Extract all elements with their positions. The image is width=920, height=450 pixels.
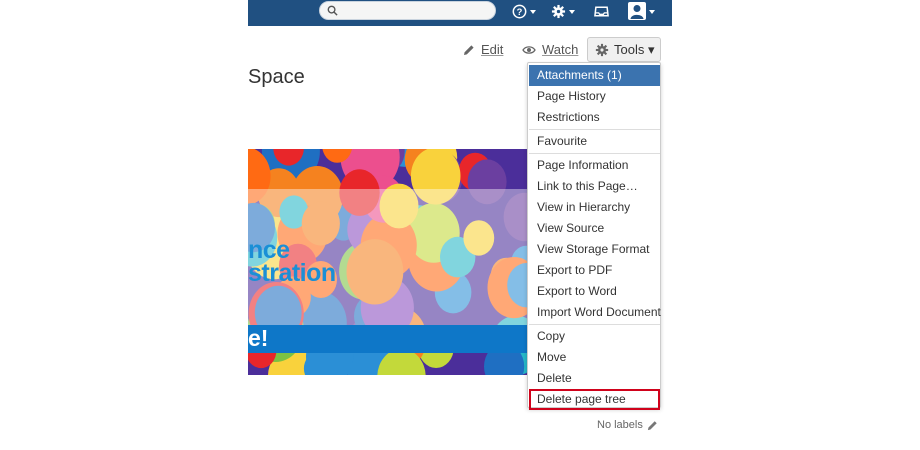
no-labels-text: No labels: [597, 419, 643, 431]
menu-separator: [529, 324, 660, 325]
menu-item-link-to-this-page[interactable]: Link to this Page…: [529, 176, 660, 197]
menu-item-delete[interactable]: Delete: [529, 368, 660, 389]
watch-label: Watch: [542, 42, 579, 57]
menu-item-favourite[interactable]: Favourite: [529, 131, 660, 152]
eye-icon: [522, 45, 536, 54]
menu-item-page-information[interactable]: Page Information: [529, 155, 660, 176]
menu-item-restrictions[interactable]: Restrictions: [529, 107, 660, 128]
banner-image: nce stration e!: [248, 149, 530, 375]
banner-bar: e!: [248, 325, 530, 353]
menu-item-export-to-pdf[interactable]: Export to PDF: [529, 260, 660, 281]
menu-item-attachments-1[interactable]: Attachments (1): [529, 65, 660, 86]
help-menu-button[interactable]: ?: [512, 2, 536, 20]
watch-button[interactable]: Watch: [522, 42, 578, 57]
page-title: Space: [248, 66, 305, 88]
edit-label: Edit: [481, 42, 504, 57]
menu-item-page-history[interactable]: Page History: [529, 86, 660, 107]
tools-label: Tools ▾: [614, 41, 655, 57]
edit-button[interactable]: Edit: [463, 42, 503, 57]
menu-item-move[interactable]: Move: [529, 347, 660, 368]
menu-item-copy[interactable]: Copy: [529, 326, 660, 347]
menu-item-view-source[interactable]: View Source: [529, 218, 660, 239]
chevron-down-icon: [649, 10, 655, 14]
menu-item-view-in-hierarchy[interactable]: View in Hierarchy: [529, 197, 660, 218]
chevron-down-icon: [569, 10, 575, 14]
menu-separator: [529, 129, 660, 130]
banner-text-line2: stration: [248, 259, 336, 287]
notifications-button[interactable]: [594, 2, 609, 20]
gear-icon: [551, 4, 566, 18]
chevron-down-icon: [530, 10, 536, 14]
banner-bar-text: e!: [248, 325, 269, 351]
pencil-icon: [464, 44, 474, 55]
settings-menu-button[interactable]: [551, 2, 575, 20]
menu-item-delete-page-tree[interactable]: Delete page tree: [529, 389, 660, 410]
svg-text:?: ?: [517, 6, 523, 16]
tools-menu-button[interactable]: Tools ▾: [587, 37, 661, 62]
gear-icon: [595, 43, 609, 56]
menu-item-import-word-document[interactable]: Import Word Document: [529, 302, 661, 323]
help-icon: ?: [512, 4, 527, 18]
search-icon: [327, 5, 338, 16]
user-icon: [628, 2, 646, 20]
search-input[interactable]: [319, 1, 496, 20]
pencil-icon[interactable]: [647, 420, 658, 431]
top-navigation-bar: ?: [248, 0, 672, 26]
labels-section: No labels: [597, 419, 658, 431]
inbox-icon: [594, 6, 609, 17]
menu-item-view-storage-format[interactable]: View Storage Format: [529, 239, 660, 260]
tools-dropdown-menu: Attachments (1) Page History Restrictions F…: [527, 62, 661, 410]
menu-separator: [529, 153, 660, 154]
menu-item-export-to-word[interactable]: Export to Word: [529, 281, 660, 302]
user-menu-button[interactable]: [628, 2, 655, 20]
